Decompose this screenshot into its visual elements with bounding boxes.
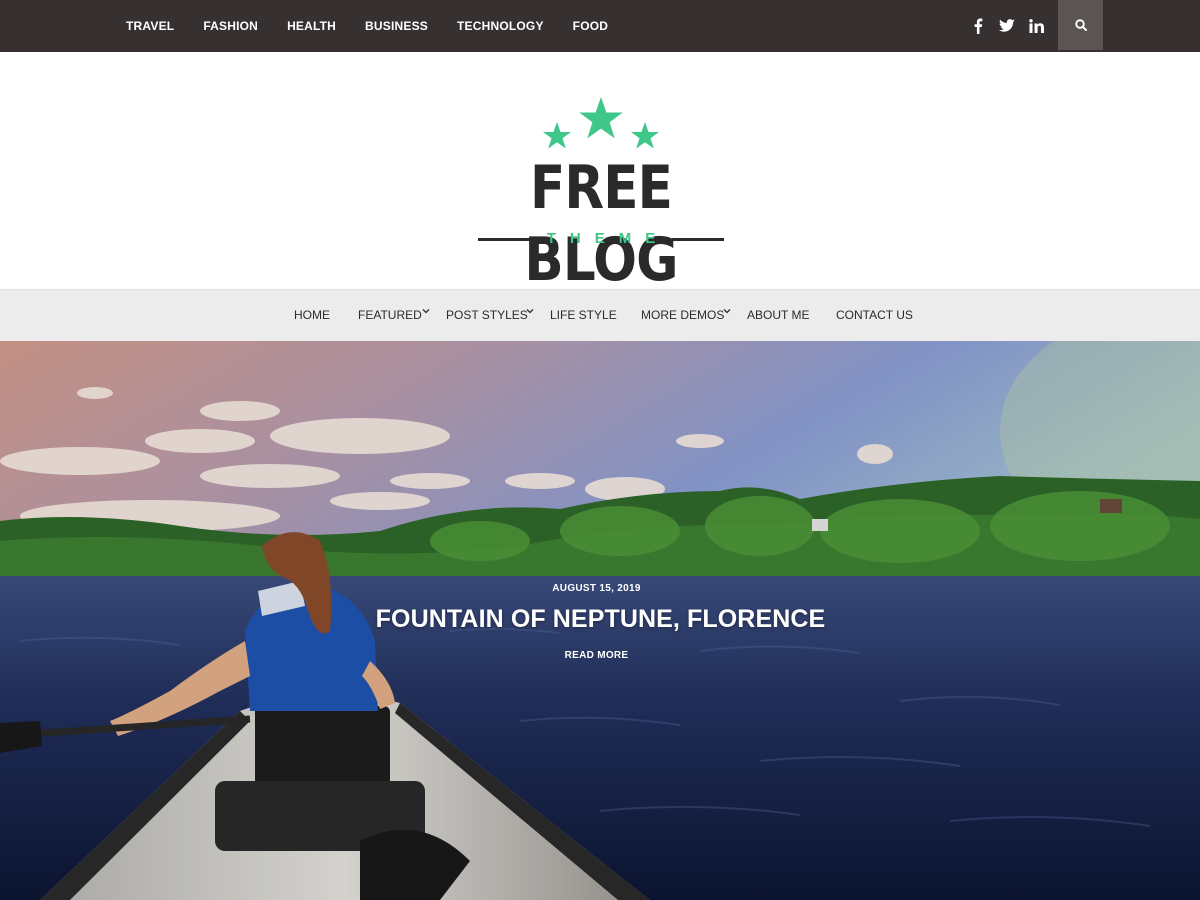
nav-item-contact-us[interactable]: CONTACT US (836, 290, 913, 342)
nav-item-label: HOME (294, 308, 330, 322)
site-header: FREE BLOG THEME (0, 52, 1200, 295)
nav-item-life-style[interactable]: LIFE STYLE (550, 290, 617, 342)
category-menu: TRAVEL FASHION HEALTH BUSINESS TECHNOLOG… (126, 0, 637, 52)
twitter-icon[interactable] (997, 16, 1017, 36)
category-link-travel[interactable]: TRAVEL (126, 0, 174, 52)
nav-item-home[interactable]: HOME (294, 290, 330, 342)
chevron-down-icon (526, 309, 534, 314)
logo-title: FREE BLOG (524, 153, 678, 295)
nav-item-featured[interactable]: FEATURED (358, 290, 430, 342)
category-link-health[interactable]: HEALTH (287, 0, 336, 52)
logo-subtitle: THEME (546, 230, 670, 247)
star-icon (543, 97, 659, 149)
nav-item-more-demos[interactable]: MORE DEMOS (641, 290, 731, 342)
search-icon (1074, 19, 1087, 31)
post-date: AUGUST 15, 2019 (552, 583, 641, 594)
nav-item-label: CONTACT US (836, 308, 913, 322)
category-link-technology[interactable]: TECHNOLOGY (457, 0, 544, 52)
category-link-fashion[interactable]: FASHION (203, 0, 258, 52)
nav-item-label: MORE DEMOS (641, 308, 725, 322)
chevron-down-icon (422, 309, 430, 314)
nav-item-label: FEATURED (358, 308, 422, 322)
facebook-icon[interactable] (968, 16, 988, 36)
social-links (968, 0, 1055, 52)
top-bar: TRAVEL FASHION HEALTH BUSINESS TECHNOLOG… (0, 0, 1200, 52)
category-link-food[interactable]: FOOD (573, 0, 608, 52)
chevron-down-icon (723, 309, 731, 314)
read-more-link[interactable]: READ MORE (0, 650, 1193, 661)
category-link-business[interactable]: BUSINESS (365, 0, 428, 52)
nav-item-post-styles[interactable]: POST STYLES (446, 290, 534, 342)
nav-item-label: POST STYLES (446, 308, 528, 322)
search-button[interactable] (1058, 0, 1103, 50)
linkedin-icon[interactable] (1026, 16, 1046, 36)
nav-item-about-me[interactable]: ABOUT ME (747, 290, 809, 342)
logo-subtitle-row: THEME (478, 230, 724, 248)
nav-item-label: ABOUT ME (747, 308, 810, 322)
site-logo[interactable]: FREE BLOG THEME (470, 90, 732, 295)
main-nav: HOME FEATURED POST STYLES LIFE STYLE MOR… (0, 289, 1200, 341)
post-title[interactable]: FOUNTAIN OF NEPTUNE, FLORENCE (0, 605, 1200, 634)
nav-item-label: LIFE STYLE (550, 308, 617, 322)
featured-post-hero[interactable]: AUGUST 15, 2019 FOUNTAIN OF NEPTUNE, FLO… (0, 341, 1200, 900)
